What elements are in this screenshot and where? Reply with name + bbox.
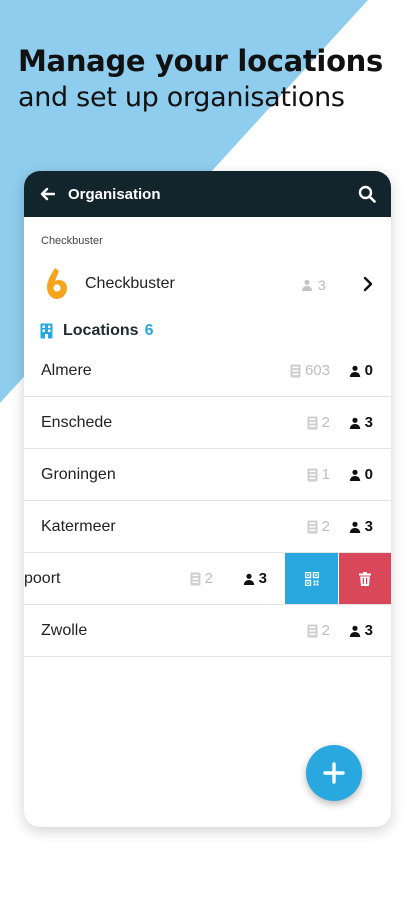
person-icon — [349, 469, 360, 481]
location-row-enschede[interactable]: Enschede 2 3 — [24, 397, 391, 449]
arrow-left-icon[interactable] — [36, 183, 58, 205]
person-icon — [243, 573, 254, 585]
member-count: 3 — [349, 518, 373, 535]
member-count: 3 — [349, 414, 373, 431]
headline: Manage your locations and set up organis… — [18, 42, 408, 116]
device-count: 2 — [307, 414, 330, 431]
device-count-value: 2 — [321, 518, 330, 535]
headline-line-2: and set up organisations — [18, 82, 345, 113]
device-icon — [190, 572, 201, 585]
organisation-members-value: 3 — [318, 277, 326, 293]
organisation-name: Checkbuster — [85, 275, 175, 292]
person-icon — [301, 279, 313, 291]
device-icon — [307, 416, 318, 429]
device-icon — [290, 364, 301, 377]
qr-code-icon — [304, 572, 319, 586]
headline-line-1: Manage your locations — [18, 44, 383, 78]
device-count: 1 — [307, 466, 330, 483]
app-bar-title: Organisation — [68, 185, 161, 203]
organisation-row[interactable]: Checkbuster 3 — [24, 263, 391, 307]
person-icon — [349, 625, 360, 637]
member-count-value: 3 — [258, 570, 267, 587]
checkbuster-logo — [47, 268, 67, 299]
member-count-value: 3 — [364, 518, 373, 535]
location-name: Almere — [41, 362, 92, 379]
location-name: Zwolle — [41, 622, 88, 639]
device-count-value: 2 — [321, 622, 330, 639]
locations-heading: Locations 6 — [40, 322, 153, 340]
person-icon — [349, 365, 360, 377]
locations-list: Almere 603 0 Enschede 2 3 Groningen 1 0 … — [24, 345, 391, 657]
location-row-groningen[interactable]: Groningen 1 0 — [24, 449, 391, 501]
location-name: Enschede — [41, 414, 113, 431]
phone-screen: Organisation Checkbuster Checkbuster 3 L… — [24, 171, 391, 827]
location-name: Katermeer — [41, 518, 116, 535]
member-count: 0 — [349, 362, 373, 379]
device-icon — [307, 624, 318, 637]
app-bar: Organisation — [24, 171, 391, 217]
member-count-value: 3 — [364, 414, 373, 431]
device-count: 2 — [307, 622, 330, 639]
member-count: 0 — [349, 466, 373, 483]
location-row-katermeer[interactable]: Katermeer 2 3 — [24, 501, 391, 553]
person-icon — [349, 417, 360, 429]
device-icon — [307, 468, 318, 481]
location-row-poort[interactable]: poort 2 3 — [24, 553, 391, 605]
device-count-value: 603 — [304, 362, 330, 379]
add-location-button[interactable] — [306, 745, 362, 801]
device-count: 2 — [307, 518, 330, 535]
location-row-zwolle[interactable]: Zwolle 2 3 — [24, 605, 391, 657]
device-count: 603 — [290, 362, 330, 379]
location-row-almere[interactable]: Almere 603 0 — [24, 345, 391, 397]
member-count-value: 0 — [364, 362, 373, 379]
member-count: 3 — [243, 570, 267, 587]
plus-icon — [323, 762, 345, 784]
qr-code-button[interactable] — [285, 553, 338, 604]
building-icon — [40, 323, 53, 339]
device-count: 2 — [190, 570, 213, 587]
device-icon — [307, 520, 318, 533]
device-count-value: 2 — [321, 414, 330, 431]
locations-label: Locations — [63, 322, 139, 339]
organisation-member-count: 3 — [301, 277, 326, 293]
device-count-value: 1 — [321, 466, 330, 483]
delete-button[interactable] — [339, 553, 391, 604]
location-name: Groningen — [41, 466, 116, 483]
trash-icon — [359, 572, 371, 586]
location-name: poort — [24, 570, 61, 587]
chevron-right-icon[interactable] — [358, 274, 378, 294]
member-count-value: 0 — [364, 466, 373, 483]
locations-count: 6 — [144, 322, 154, 339]
member-count: 3 — [349, 622, 373, 639]
search-icon[interactable] — [355, 182, 379, 206]
member-count-value: 3 — [364, 622, 373, 639]
device-count-value: 2 — [204, 570, 213, 587]
organisation-caption: Checkbuster — [41, 235, 103, 247]
person-icon — [349, 521, 360, 533]
